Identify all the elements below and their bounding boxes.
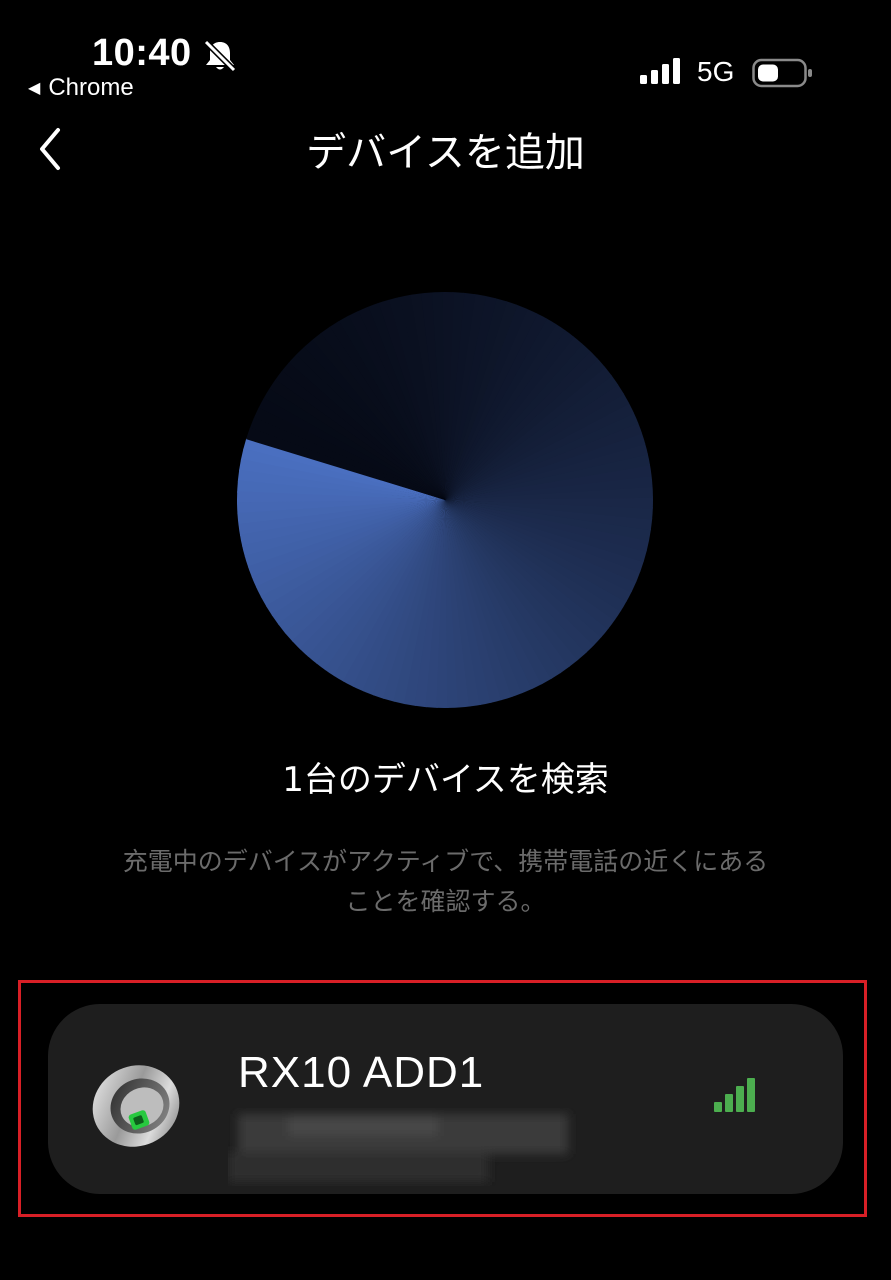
signal-bar (714, 1102, 722, 1112)
signal-strength-icon (714, 1078, 755, 1112)
signal-bar (725, 1094, 733, 1112)
smart-ring-image (92, 1065, 180, 1147)
page-title: デバイスを追加 (306, 130, 585, 176)
bell-mute-icon (203, 39, 237, 73)
network-type: 5G (697, 56, 735, 87)
cellular-signal-icon (640, 58, 680, 84)
status-bar: 10:40 ◀ Chrome 5G (0, 0, 891, 110)
device-name: RX10 ADD1 (238, 1048, 485, 1097)
back-triangle-icon: ◀ (28, 80, 41, 97)
signal-bar (747, 1078, 755, 1112)
radar-scan-graphic (237, 292, 653, 708)
search-status-text: 1台のデバイスを検索 (282, 760, 609, 800)
device-card[interactable]: RX10 ADD1 (48, 1004, 843, 1194)
hint-text: 充電中のデバイスがアクティブで、携帯電話の近くにある ことを確認する。 (60, 842, 831, 922)
signal-bar (736, 1086, 744, 1112)
hint-line-2: ことを確認する。 (345, 887, 546, 916)
hint-line-1: 充電中のデバイスがアクティブで、携帯電話の近くにある (122, 847, 769, 876)
nav-bar: デバイスを追加 (0, 110, 891, 182)
device-id-redacted (228, 1114, 568, 1182)
back-app-label: Chrome (48, 74, 134, 101)
status-time: 10:40 (92, 32, 192, 74)
battery-icon (752, 58, 812, 88)
back-to-app-link[interactable]: ◀ Chrome (28, 74, 134, 102)
